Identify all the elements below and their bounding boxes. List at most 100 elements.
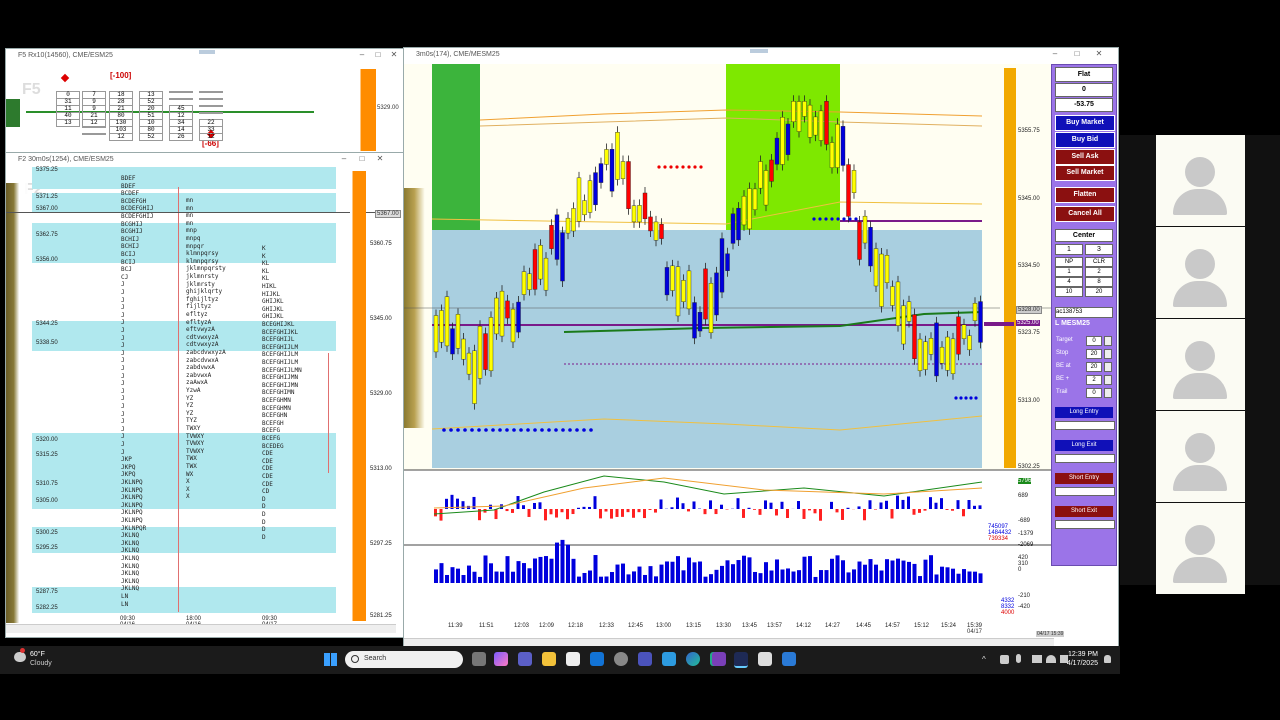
clock-date[interactable]: 4/17/2025 (1058, 660, 1098, 667)
horizontal-scrollbar[interactable] (6, 624, 396, 633)
maximize-button[interactable]: □ (373, 50, 383, 60)
param-spinner[interactable] (1104, 375, 1112, 385)
strategy-button[interactable]: Long Entry (1055, 407, 1113, 418)
window-app-icon[interactable] (758, 652, 772, 666)
maximize-button[interactable]: □ (357, 154, 367, 164)
tpo-right-price-label: 5345.00 (370, 316, 392, 322)
volume-bar (698, 561, 702, 583)
wifi-icon[interactable] (1046, 655, 1056, 663)
param-value[interactable]: 0 (1086, 336, 1102, 346)
center-button[interactable]: Center (1055, 229, 1113, 242)
qty-preset-button[interactable]: 4 (1055, 277, 1083, 287)
qty-preset-button[interactable]: 10 (1055, 287, 1083, 297)
maximize-button[interactable]: □ (1072, 49, 1082, 59)
qty-preset-button[interactable]: 1 (1055, 267, 1083, 277)
volume-bar (566, 544, 570, 583)
param-value[interactable]: 0 (1086, 388, 1102, 398)
avatar-head-icon (1185, 433, 1215, 463)
strategy-select[interactable] (1055, 421, 1115, 430)
tpo-row: J (121, 372, 125, 380)
tpo-row: BCGHIJ (121, 220, 143, 228)
start-button-icon[interactable] (324, 653, 337, 666)
candle-body (796, 101, 802, 132)
qty-preset-button[interactable]: 20 (1085, 287, 1113, 297)
tray-chevron-icon[interactable]: ^ (982, 655, 986, 664)
resize-grip[interactable] (199, 50, 215, 54)
teams-classic-icon[interactable] (638, 652, 652, 666)
notification-bell-icon[interactable] (1104, 655, 1111, 663)
volume-bar (615, 564, 620, 583)
search-box[interactable] (345, 651, 463, 668)
tray-app-icon[interactable] (1000, 655, 1009, 664)
qty-preset-button[interactable]: 8 (1085, 277, 1113, 287)
tpo-row: K (262, 252, 266, 260)
resistance-dot (669, 165, 673, 169)
param-spinner[interactable] (1104, 349, 1112, 359)
price-chart[interactable] (404, 64, 1054, 634)
volume-bar (593, 555, 598, 583)
photos-icon[interactable] (662, 652, 676, 666)
file-explorer-icon[interactable] (542, 652, 556, 666)
strategy-select[interactable] (1055, 487, 1115, 496)
value-area-band (32, 483, 336, 509)
edge-icon[interactable] (686, 652, 700, 666)
param-label: BE + (1056, 376, 1070, 382)
param-value[interactable]: 20 (1086, 349, 1102, 359)
account-select[interactable]: ac138753 (1055, 307, 1113, 318)
tpo-row: D (262, 518, 266, 526)
tpo-row: J (121, 410, 125, 418)
param-value[interactable]: 2 (1086, 375, 1102, 385)
copilot-icon[interactable] (494, 652, 508, 666)
resize-grip[interactable] (750, 49, 768, 53)
tpo-row: YZ (186, 409, 194, 417)
flatten-button[interactable]: Flatten (1055, 187, 1115, 203)
qty-preset-button[interactable]: NP (1055, 257, 1083, 267)
microphone-icon[interactable] (1016, 654, 1021, 663)
param-spinner[interactable] (1104, 388, 1112, 398)
weather-icon[interactable] (14, 652, 26, 662)
qty-input[interactable]: 1 (1055, 244, 1083, 255)
visual-studio-icon[interactable] (712, 652, 726, 666)
task-view-icon[interactable] (472, 652, 486, 666)
remote-app-icon[interactable] (782, 652, 796, 666)
param-spinner[interactable] (1104, 362, 1112, 372)
scroll-date-label[interactable]: 04/17 15:39 (1036, 631, 1065, 637)
qty-preset-button[interactable]: 2 (1085, 267, 1113, 277)
strategy-button[interactable]: Long Exit (1055, 440, 1113, 451)
qty-preset[interactable]: 3 (1085, 244, 1113, 255)
candle-body (807, 104, 813, 138)
time-axis-label: 14:27 (825, 623, 841, 629)
outlook-icon[interactable] (590, 652, 604, 666)
param-value[interactable]: 20 (1086, 362, 1102, 372)
minimize-button[interactable]: – (357, 50, 367, 60)
candle-body (840, 126, 846, 166)
sell-market-button[interactable]: Sell Market (1055, 165, 1115, 181)
teams-icon[interactable] (518, 652, 532, 666)
minimize-button[interactable]: – (1050, 49, 1060, 59)
clock-time[interactable]: 12:39 PM (1064, 651, 1098, 658)
param-spinner[interactable] (1104, 336, 1112, 346)
cancel-all-button[interactable]: Cancel All (1055, 206, 1115, 222)
strategy-select[interactable] (1055, 454, 1115, 463)
tpo-row: J (121, 327, 125, 334)
settings-gear-icon[interactable] (614, 652, 628, 666)
strategy-select[interactable] (1055, 520, 1115, 529)
close-button[interactable]: ✕ (389, 50, 399, 60)
strategy-button[interactable]: Short Entry (1055, 473, 1113, 484)
close-button[interactable]: ✕ (1094, 49, 1104, 59)
buy-bid-button[interactable]: Buy Bid (1055, 132, 1115, 148)
buy-market-button[interactable]: Buy Market (1055, 115, 1115, 131)
close-button[interactable]: ✕ (375, 154, 385, 164)
trading-app-icon[interactable] (734, 652, 748, 668)
store-icon[interactable] (566, 652, 580, 666)
tpo-price-label: 5362.75 (36, 232, 58, 238)
qty-preset-button[interactable]: CLR (1085, 257, 1113, 267)
tpo-row: X (186, 485, 190, 493)
network-icon[interactable] (1032, 655, 1042, 663)
weather-temp[interactable]: 60°F (30, 651, 45, 658)
strategy-button[interactable]: Short Exit (1055, 506, 1113, 517)
support-dot (842, 217, 846, 221)
minimize-button[interactable]: – (339, 154, 349, 164)
tpo-row: mnp (186, 227, 197, 235)
sell-ask-button[interactable]: Sell Ask (1055, 149, 1115, 165)
